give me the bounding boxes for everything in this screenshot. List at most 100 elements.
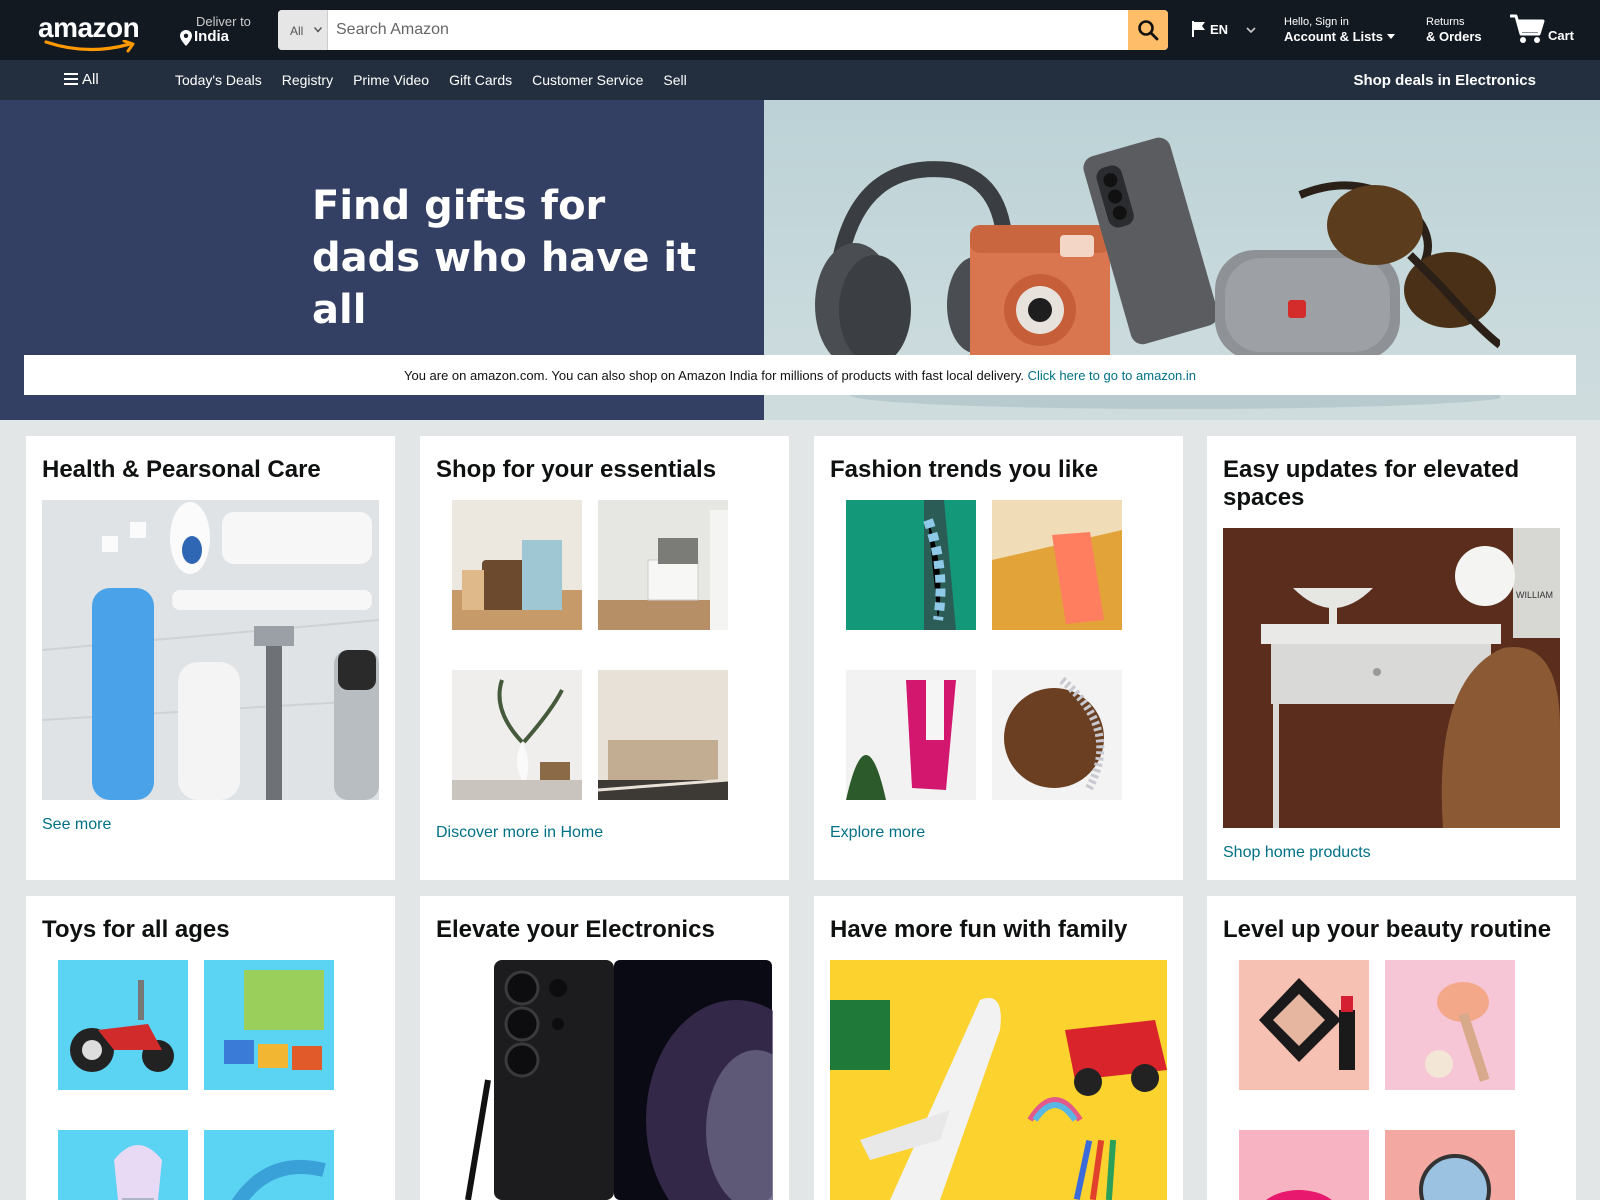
card-shop-essentials: Shop for your essentials Discover more i…: [420, 436, 789, 880]
card-title: Fashion trends you like: [830, 456, 1099, 483]
toys-tile-playset[interactable]: [204, 1130, 334, 1200]
toys-tile-train[interactable]: [204, 960, 334, 1090]
essentials-tile-bedroom[interactable]: [598, 670, 728, 800]
orders-label: & Orders: [1426, 29, 1482, 44]
health-products-image[interactable]: [42, 500, 379, 800]
caret-down-icon: [1386, 34, 1395, 39]
card-title: Shop for your essentials: [436, 456, 717, 483]
beauty-tile-mirror[interactable]: [1385, 1130, 1515, 1200]
card-title: Level up your beauty routine: [1223, 916, 1552, 943]
toy-doll-image: [58, 1130, 188, 1200]
search-bar: All: [278, 10, 1168, 50]
storage-image: [598, 500, 728, 630]
essentials-tile-basket[interactable]: [452, 500, 582, 630]
plant-vase-image: [452, 670, 582, 800]
account-lists[interactable]: Hello, Sign in Account & Lists: [1284, 16, 1395, 44]
chevron-down-icon: [1246, 27, 1256, 34]
see-more-link[interactable]: See more: [42, 816, 111, 834]
language-selector[interactable]: EN: [1192, 20, 1258, 40]
amazon-logo[interactable]: amazon: [36, 12, 146, 53]
toy-motorbike-image: [58, 960, 188, 1090]
cardigan-image: [992, 500, 1122, 630]
beauty-sponge-image: [1239, 1130, 1369, 1200]
compact-lipstick-image: [1239, 960, 1369, 1090]
returns-label: Returns: [1426, 16, 1465, 28]
card-title: Elevate your Electronics: [436, 916, 715, 943]
hair-accessory-image: [992, 670, 1122, 800]
language-code: EN: [1210, 22, 1229, 37]
subnav-link-gift-cards[interactable]: Gift Cards: [449, 72, 512, 88]
card-elevated-spaces: Easy updates for elevated spaces WILLIAM…: [1207, 436, 1576, 880]
go-to-amazon-in-link[interactable]: Click here to go to amazon.in: [1028, 368, 1196, 383]
family-fun-image[interactable]: [830, 960, 1167, 1200]
bedroom-image: [598, 670, 728, 800]
beauty-tile-brushes[interactable]: [1385, 960, 1515, 1090]
cart-icon: [1510, 14, 1545, 43]
mirror-image: [1385, 1130, 1515, 1200]
account-greeting: Hello, Sign in: [1284, 16, 1349, 28]
search-category-select[interactable]: All: [278, 10, 328, 50]
essentials-tile-storage[interactable]: [598, 500, 728, 630]
returns-orders[interactable]: Returns & Orders: [1426, 16, 1482, 44]
subnav-link-registry[interactable]: Registry: [282, 72, 333, 88]
subnav-link-prime-video[interactable]: Prime Video: [353, 72, 429, 88]
makeup-brushes-image: [1385, 960, 1515, 1090]
beauty-tile-sponge[interactable]: [1239, 1130, 1369, 1200]
subnav-links: Today's Deals Registry Prime Video Gift Car…: [175, 72, 707, 88]
shop-home-products-link[interactable]: Shop home products: [1223, 844, 1371, 862]
search-icon: [1138, 20, 1159, 41]
toys-tile-doll[interactable]: [58, 1130, 188, 1200]
cart-button[interactable]: Cart: [1508, 12, 1588, 48]
subnav-link-sell[interactable]: Sell: [663, 72, 686, 88]
deliver-label: Deliver to: [196, 14, 251, 29]
desk-graphic: WILLIAM: [1223, 528, 1560, 828]
electronics-phone-image[interactable]: [436, 960, 773, 1200]
discover-more-home-link[interactable]: Discover more in Home: [436, 824, 603, 842]
deliver-location: India: [194, 28, 230, 45]
top-navbar: amazon Deliver to India All Search Amazo…: [0, 0, 1600, 60]
card-title: Health & Pearsonal Care: [42, 456, 321, 483]
health-products-graphic: [42, 500, 379, 800]
explore-more-link[interactable]: Explore more: [830, 824, 925, 842]
subnav-link-customer-service[interactable]: Customer Service: [532, 72, 643, 88]
beauty-tile-compact[interactable]: [1239, 960, 1369, 1090]
fashion-tile-hair-accessory[interactable]: [992, 670, 1122, 800]
search-input[interactable]: [328, 10, 1118, 50]
card-health-personal-care: Health & Pearsonal Care See more: [26, 436, 395, 880]
locale-notice-bar: You are on amazon.com. You can also shop…: [24, 355, 1576, 395]
card-title: Have more fun with family: [830, 916, 1128, 943]
card-fashion-trends: Fashion trends you like Explore more: [814, 436, 1183, 880]
hamburger-icon: [64, 73, 78, 85]
location-pin-icon: [180, 30, 192, 46]
card-family-fun: Have more fun with family: [814, 896, 1183, 1200]
basket-image: [452, 500, 582, 630]
flag-icon: [1192, 21, 1205, 37]
all-menu-label: All: [82, 71, 99, 88]
fashion-tile-cardigan[interactable]: [992, 500, 1122, 630]
decor-text: WILLIAM: [1516, 590, 1553, 600]
home-products-image[interactable]: WILLIAM: [1223, 528, 1560, 828]
sub-navbar: All Today's Deals Registry Prime Video Gift…: [0, 60, 1600, 100]
card-electronics: Elevate your Electronics: [420, 896, 789, 1200]
toy-train-image: [204, 960, 334, 1090]
card-beauty-routine: Level up your beauty routine: [1207, 896, 1576, 1200]
blazer-image: [846, 670, 976, 800]
card-title: Toys for all ages: [42, 916, 230, 943]
locale-notice-text: You are on amazon.com. You can also shop…: [403, 368, 1025, 383]
speaker-image: [1215, 250, 1400, 360]
chevron-down-icon: [314, 27, 322, 33]
essentials-tile-plant[interactable]: [452, 670, 582, 800]
hero-title-line2: dads who have it all: [312, 235, 697, 333]
galaxy-phone-graphic: [436, 960, 773, 1200]
fashion-tile-dress[interactable]: [846, 500, 976, 630]
toys-tile-motorbike[interactable]: [58, 960, 188, 1090]
hero-title: Find gifts for dads who have it all: [312, 180, 752, 336]
hero-title-line1: Find gifts for: [312, 183, 606, 229]
logo-smile-icon: [44, 40, 135, 53]
search-button[interactable]: [1128, 10, 1168, 50]
subnav-promo-link[interactable]: Shop deals in Electronics: [1353, 72, 1536, 89]
account-label: Account & Lists: [1284, 29, 1383, 44]
fashion-tile-blazer[interactable]: [846, 670, 976, 800]
search-category-label: All: [290, 24, 304, 38]
subnav-link-todays-deals[interactable]: Today's Deals: [175, 72, 262, 88]
